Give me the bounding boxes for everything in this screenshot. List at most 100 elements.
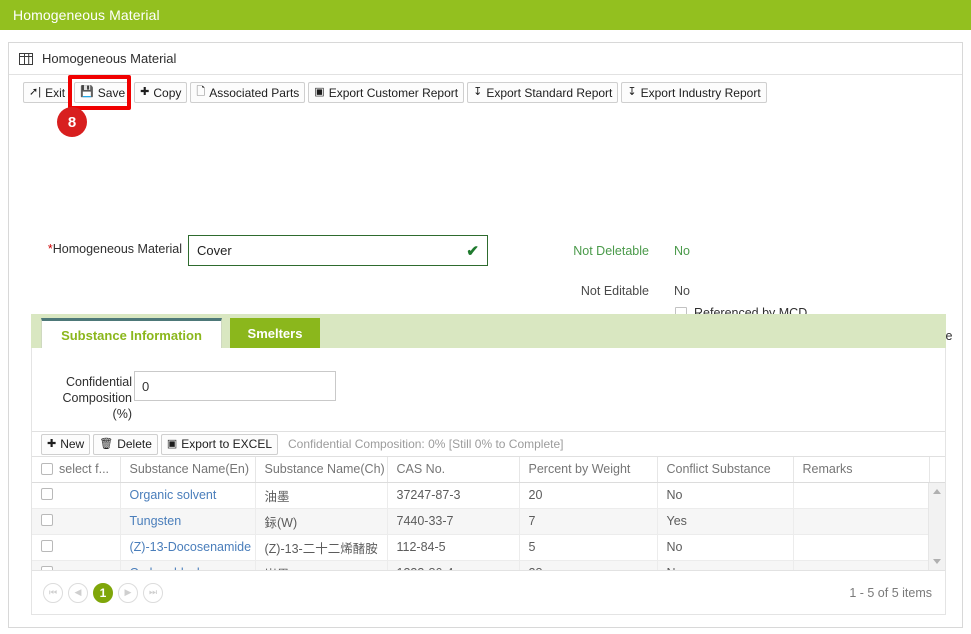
- not-editable-label: Not Editable: [580, 284, 649, 298]
- plus-icon: ✚: [140, 86, 150, 98]
- cell-substance-name-en[interactable]: Organic solvent: [120, 482, 256, 509]
- tab-label: Substance Information: [61, 327, 202, 343]
- app-title: Homogeneous Material: [13, 7, 160, 23]
- table-pager: ⏮ ◀ 1 ▶ ⏭ 1 - 5 of 5 items: [32, 570, 945, 614]
- export-to-excel-button[interactable]: ▣ Export to EXCEL: [160, 433, 279, 455]
- row-checkbox[interactable]: [41, 539, 53, 552]
- scroll-down-arrow-icon[interactable]: [933, 559, 941, 564]
- select-all-checkbox[interactable]: [41, 463, 53, 476]
- homogeneous-material-label-text: Homogeneous Material: [52, 242, 182, 256]
- pager-page-1[interactable]: 1: [93, 582, 113, 603]
- export-standard-report-label: Export Standard Report: [486, 85, 613, 100]
- cell-cas-no: 112-84-5: [387, 534, 520, 561]
- save-button-label: Save: [97, 85, 126, 100]
- new-button[interactable]: ✚ New: [41, 433, 91, 455]
- confidential-composition-label-line2: Composition: [62, 391, 132, 405]
- confidential-composition-input[interactable]: 0: [134, 371, 336, 401]
- homogeneous-material-input[interactable]: Cover ✔: [188, 235, 488, 266]
- copy-button[interactable]: ✚ Copy: [134, 82, 188, 103]
- table-row[interactable]: Carbon black 炭黑 1333-86-4 28 No: [32, 560, 945, 570]
- not-deletable-value: No: [674, 244, 690, 258]
- cell-percent-by-weight: 7: [519, 508, 658, 535]
- cell-percent-by-weight: 28: [519, 560, 658, 570]
- column-header-remarks[interactable]: Remarks: [793, 457, 930, 483]
- associated-parts-button[interactable]: 🗋 Associated Parts: [190, 82, 306, 103]
- cell-conflict-substance: No: [657, 534, 794, 561]
- scroll-up-arrow-icon[interactable]: [933, 489, 941, 494]
- cell-substance-name-en[interactable]: Carbon black: [120, 560, 256, 570]
- cell-substance-name-ch: (Z)-13-二十二烯醏胺: [255, 534, 388, 561]
- panel-title: Homogeneous Material: [42, 51, 177, 66]
- substance-link[interactable]: Tungsten: [130, 514, 182, 528]
- column-header-conflict-substance[interactable]: Conflict Substance: [657, 457, 794, 483]
- cell-cas-no: 1333-86-4: [387, 560, 520, 570]
- confidential-composition-status: Confidential Composition: 0% [Still 0% t…: [288, 437, 564, 451]
- delete-button-label: Delete: [117, 437, 152, 451]
- table-vertical-scrollbar[interactable]: [928, 483, 945, 570]
- substance-link[interactable]: (Z)-13-Docosenamide: [130, 540, 252, 554]
- page-frame: Homogeneous Material ➚| Exit 💾 Save ✚ Co…: [8, 42, 963, 628]
- row-select-cell[interactable]: [32, 534, 121, 561]
- tab-strip: Substance Information Smelters: [31, 314, 946, 349]
- row-select-cell[interactable]: [32, 508, 121, 535]
- column-header-substance-name-en[interactable]: Substance Name(En): [120, 457, 256, 483]
- pager-next-button[interactable]: ▶: [118, 582, 138, 603]
- tab-content-substance-information: Confidential Composition (%) 0 ✚ New 🗑 D…: [31, 348, 946, 615]
- document-icon: 🗋: [196, 86, 206, 98]
- cell-substance-name-ch: 油墨: [255, 482, 388, 509]
- column-header-scroll-spacer: [929, 457, 945, 483]
- action-toolbar: ➚| Exit 💾 Save ✚ Copy 🗋 Associated Parts…: [9, 75, 962, 137]
- tab-smelters[interactable]: Smelters: [230, 318, 320, 348]
- cell-percent-by-weight: 5: [519, 534, 658, 561]
- exit-button[interactable]: ➚| Exit: [23, 82, 72, 103]
- export-customer-report-label: Export Customer Report: [328, 85, 459, 100]
- substance-table-body: Organic solvent 油墨 37247-87-3 20 No Tung…: [32, 482, 945, 570]
- cell-remarks: [793, 534, 930, 561]
- pager-prev-button[interactable]: ◀: [68, 582, 88, 603]
- pager-first-button[interactable]: ⏮: [43, 582, 63, 603]
- export-industry-report-label: Export Industry Report: [640, 85, 761, 100]
- cell-cas-no: 37247-87-3: [387, 482, 520, 509]
- pager-item-count: 1 - 5 of 5 items: [849, 585, 932, 600]
- panel-header: Homogeneous Material: [9, 43, 962, 75]
- cell-conflict-substance: Yes: [657, 508, 794, 535]
- pager-last-button[interactable]: ⏭: [143, 582, 163, 603]
- column-header-select[interactable]: select f...: [32, 457, 121, 483]
- column-header-cas-no[interactable]: CAS No.: [387, 457, 520, 483]
- export-to-excel-label: Export to EXCEL: [181, 437, 273, 451]
- delete-button[interactable]: 🗑 Delete: [93, 433, 158, 455]
- row-select-cell[interactable]: [32, 482, 121, 509]
- row-checkbox[interactable]: [41, 513, 53, 526]
- table-row[interactable]: Organic solvent 油墨 37247-87-3 20 No: [32, 482, 945, 509]
- step-badge-8: 8: [57, 107, 87, 137]
- homogeneous-material-label: *Homogeneous Material: [47, 242, 182, 256]
- export-industry-report-button[interactable]: ↧ Export Industry Report: [621, 82, 767, 103]
- cell-conflict-substance: No: [657, 482, 794, 509]
- confidential-composition-label-line3: (%): [112, 407, 132, 421]
- column-header-substance-name-ch[interactable]: Substance Name(Ch): [255, 457, 388, 483]
- substance-link[interactable]: Organic solvent: [130, 488, 217, 502]
- tab-substance-information[interactable]: Substance Information: [41, 318, 222, 349]
- substance-table-container: select f... Substance Name(En) Substance…: [32, 457, 945, 570]
- column-header-label: select f...: [59, 462, 110, 477]
- table-row[interactable]: (Z)-13-Docosenamide (Z)-13-二十二烯醏胺 112-84…: [32, 534, 945, 561]
- export-customer-report-button[interactable]: ▣ Export Customer Report: [308, 82, 465, 103]
- substance-table: select f... Substance Name(En) Substance…: [32, 457, 945, 570]
- grid-toolbar: ✚ New 🗑 Delete ▣ Export to EXCEL Confide…: [32, 431, 945, 457]
- cell-substance-name-ch: 炭黑: [255, 560, 388, 570]
- exit-button-label: Exit: [45, 85, 66, 100]
- cell-percent-by-weight: 20: [519, 482, 658, 509]
- table-header-row: select f... Substance Name(En) Substance…: [32, 457, 945, 483]
- save-icon: 💾: [80, 86, 94, 98]
- column-header-percent-by-weight[interactable]: Percent by Weight: [519, 457, 658, 483]
- cell-substance-name-en[interactable]: (Z)-13-Docosenamide: [120, 534, 256, 561]
- export-standard-report-button[interactable]: ↧ Export Standard Report: [467, 82, 619, 103]
- cell-substance-name-en[interactable]: Tungsten: [120, 508, 256, 535]
- copy-button-label: Copy: [153, 85, 182, 100]
- row-select-cell[interactable]: [32, 560, 121, 570]
- save-button-wrapper: 💾 Save: [68, 75, 132, 110]
- save-button[interactable]: 💾 Save: [74, 82, 132, 103]
- row-checkbox[interactable]: [41, 487, 53, 500]
- table-row[interactable]: Tungsten 銢(W) 7440-33-7 7 Yes: [32, 508, 945, 535]
- checkmark-icon: ✔: [466, 242, 479, 260]
